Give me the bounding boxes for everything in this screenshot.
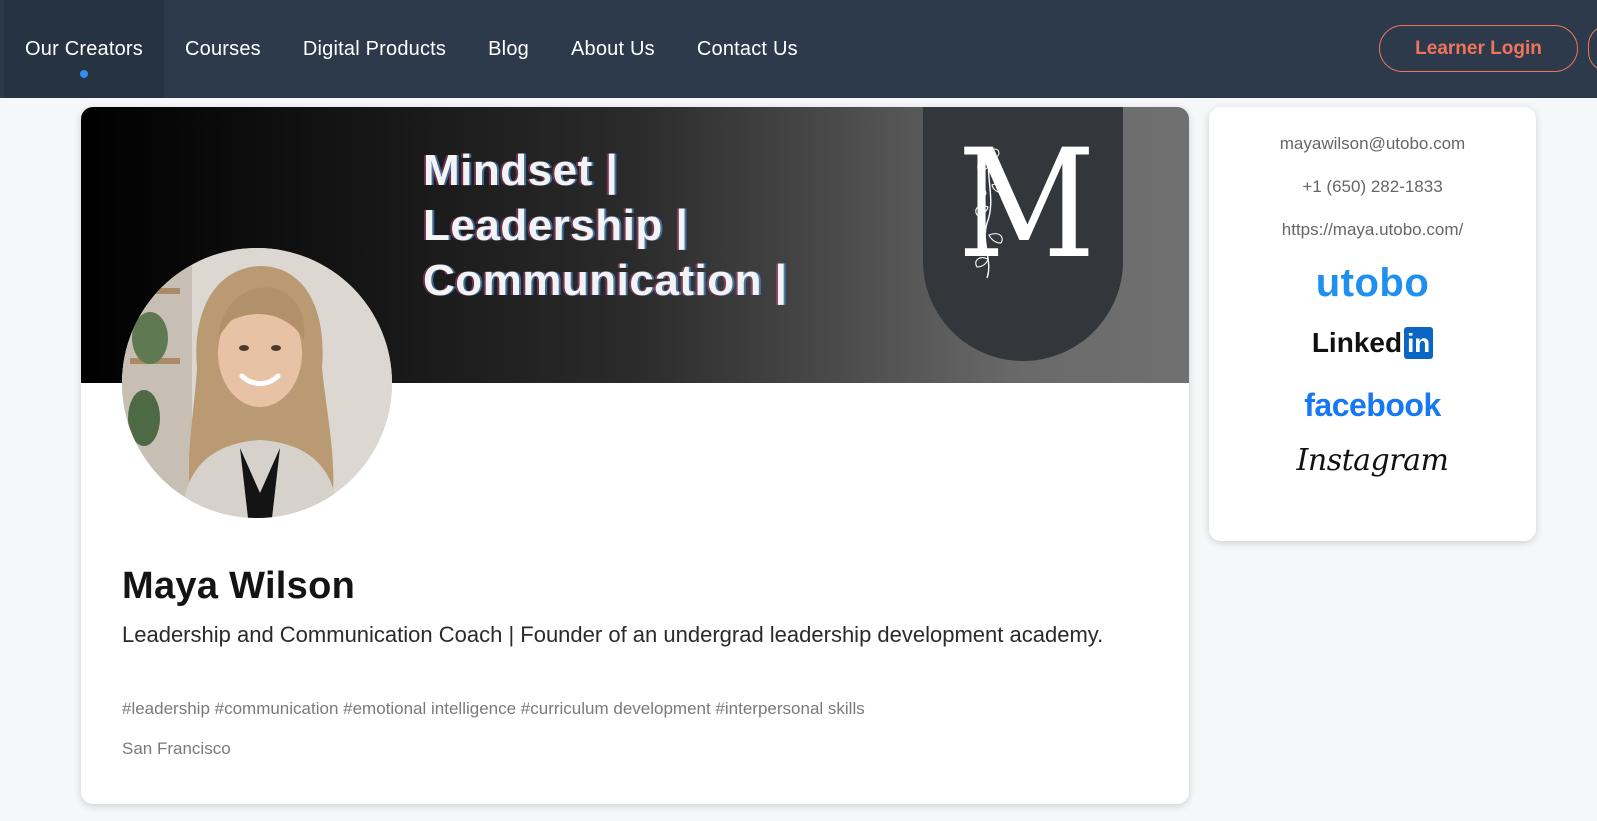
cutoff-button-edge[interactable]	[1588, 25, 1597, 72]
nav-item-label: Digital Products	[302, 37, 447, 60]
email-link[interactable]: mayawilson@utobo.com	[1209, 134, 1536, 154]
banner-line-mindset: Mindset |	[423, 146, 619, 195]
facebook-logo-icon: facebook	[1304, 387, 1441, 423]
website-link[interactable]: https://maya.utobo.com/	[1209, 220, 1536, 240]
instagram-link[interactable]: Instagram	[1209, 443, 1536, 478]
nav-item-label: Contact Us	[696, 37, 798, 60]
nav-menu: Our Creators Courses Digital Products Bl…	[4, 0, 819, 98]
linkedin-logo-icon: Linked in	[1311, 327, 1434, 359]
nav-item-contact-us[interactable]: Contact Us	[676, 0, 819, 98]
facebook-link[interactable]: facebook	[1209, 387, 1536, 424]
profile-photo	[122, 248, 392, 518]
utobo-link[interactable]: utobo	[1209, 261, 1536, 306]
active-indicator-dot	[80, 70, 88, 78]
nav-item-label: Blog	[488, 37, 529, 60]
nav-item-our-creators[interactable]: Our Creators	[4, 0, 164, 98]
monogram-letter: M	[957, 118, 1096, 292]
linkedin-box: in	[1404, 327, 1434, 359]
banner-line-communication: Communication |	[423, 256, 788, 305]
nav-item-label: About Us	[570, 37, 655, 60]
top-navbar: Our Creators Courses Digital Products Bl…	[0, 0, 1597, 98]
phone-link[interactable]: +1 (650) 282-1833	[1209, 177, 1536, 197]
banner-line-leadership: Leadership |	[423, 201, 689, 250]
instagram-logo-icon: Instagram	[1296, 443, 1449, 478]
nav-item-blog[interactable]: Blog	[467, 0, 550, 98]
creator-profile-card: Mindset | Leadership | Communication | M	[81, 107, 1189, 804]
nav-item-label: Our Creators	[25, 37, 143, 60]
learner-login-button[interactable]: Learner Login	[1379, 25, 1578, 72]
creator-bio: Leadership and Communication Coach | Fou…	[122, 622, 1104, 647]
nav-item-digital-products[interactable]: Digital Products	[282, 0, 467, 98]
contact-card: mayawilson@utobo.com +1 (650) 282-1833 h…	[1209, 107, 1536, 541]
nav-item-label: Courses	[185, 37, 261, 60]
nav-item-courses[interactable]: Courses	[164, 0, 282, 98]
creator-hashtags: #leadership #communication #emotional in…	[122, 699, 865, 718]
creator-name: Maya Wilson	[122, 565, 356, 607]
creator-location: San Francisco	[122, 739, 231, 758]
banner-tagline: Mindset | Leadership | Communication |	[423, 143, 787, 308]
utobo-logo-icon: utobo	[1315, 261, 1430, 305]
avatar	[122, 248, 392, 518]
linkedin-link[interactable]: Linked in	[1209, 327, 1536, 359]
nav-item-about-us[interactable]: About Us	[550, 0, 676, 98]
linkedin-word: Linked	[1311, 327, 1403, 358]
